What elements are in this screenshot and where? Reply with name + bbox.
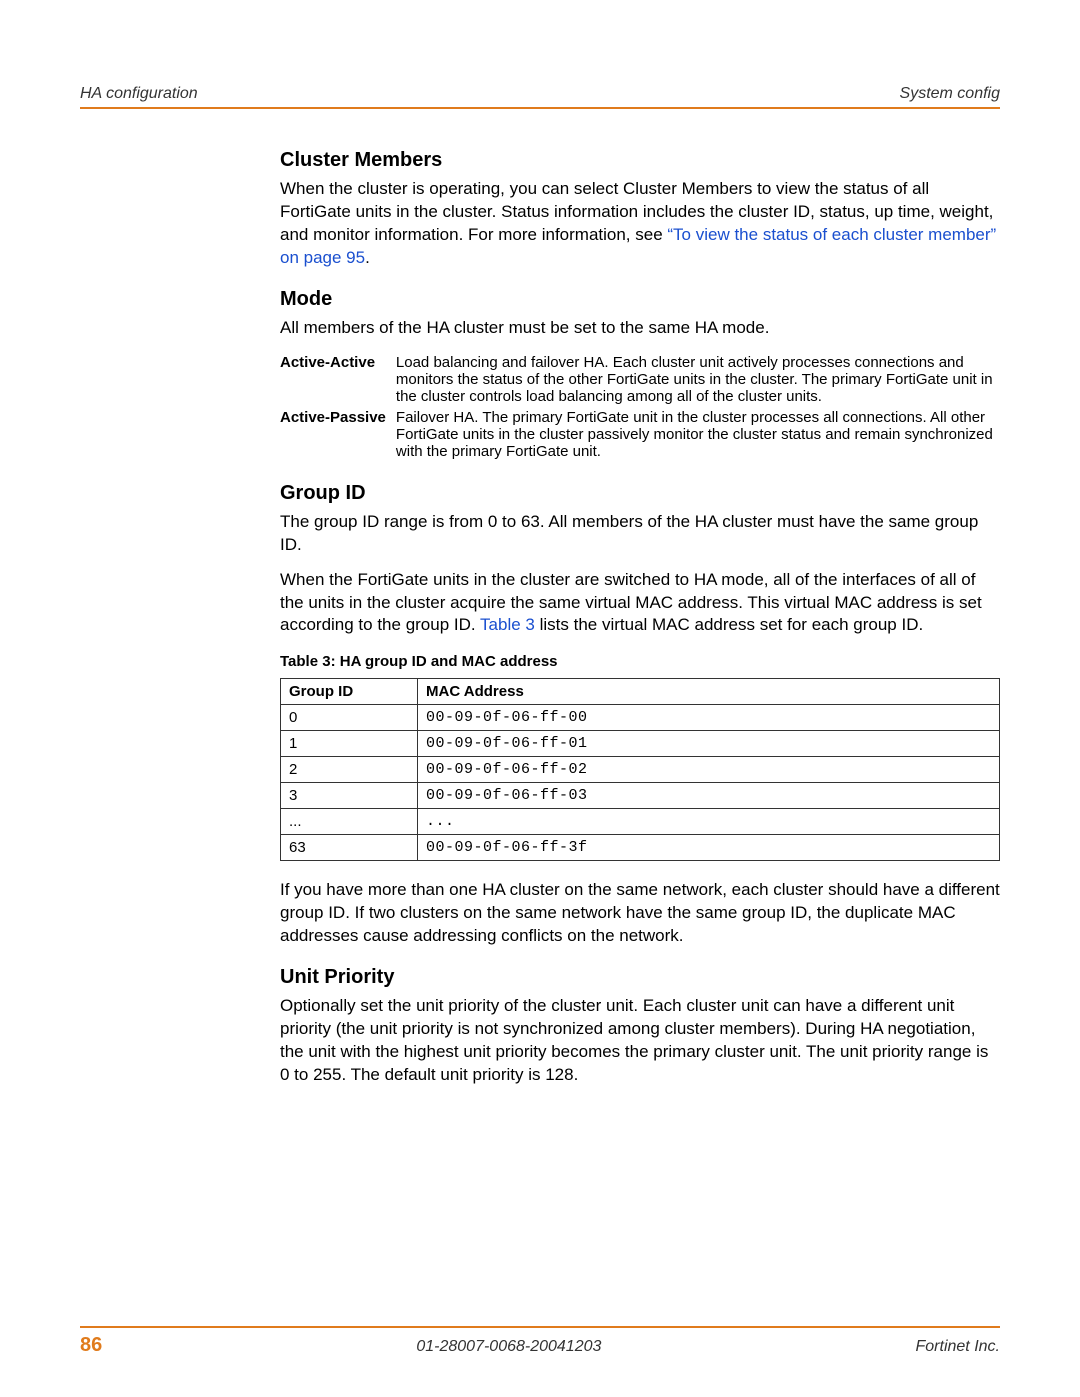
footer-rule: [80, 1326, 1000, 1328]
heading-mode: Mode: [280, 288, 1000, 311]
page-number: 86: [80, 1334, 102, 1357]
table-row: 63 00-09-0f-06-ff-3f: [281, 835, 1000, 861]
heading-group-id: Group ID: [280, 482, 1000, 505]
mode-term-active-passive: Active-Passive: [280, 407, 396, 462]
page-footer: 86 01-28007-0068-20041203 Fortinet Inc.: [80, 1326, 1000, 1357]
group-id-para2-b: lists the virtual MAC address set for ea…: [535, 615, 923, 634]
cell-group-id: 2: [281, 757, 418, 783]
cell-group-id: 1: [281, 731, 418, 757]
cell-mac: ...: [418, 809, 1000, 835]
heading-unit-priority: Unit Priority: [280, 966, 1000, 989]
header-right: System config: [900, 85, 1000, 103]
table-header-row: Group ID MAC Address: [281, 679, 1000, 705]
footer-company: Fortinet Inc.: [916, 1338, 1000, 1356]
cell-group-id: 3: [281, 783, 418, 809]
cell-mac: 00-09-0f-06-ff-3f: [418, 835, 1000, 861]
col-header-group-id: Group ID: [281, 679, 418, 705]
header-left: HA configuration: [80, 85, 198, 103]
cell-group-id: 0: [281, 705, 418, 731]
crossref-table-3[interactable]: Table 3: [480, 615, 535, 634]
col-header-mac: MAC Address: [418, 679, 1000, 705]
table-row: 2 00-09-0f-06-ff-02: [281, 757, 1000, 783]
unit-priority-para: Optionally set the unit priority of the …: [280, 995, 1000, 1087]
mode-row-active-passive: Active-Passive Failover HA. The primary …: [280, 407, 1000, 462]
table-row: ... ...: [281, 809, 1000, 835]
mode-term-active-active: Active-Active: [280, 352, 396, 407]
cell-mac: 00-09-0f-06-ff-02: [418, 757, 1000, 783]
table-row: 1 00-09-0f-06-ff-01: [281, 731, 1000, 757]
table-row: 3 00-09-0f-06-ff-03: [281, 783, 1000, 809]
mac-address-table: Group ID MAC Address 0 00-09-0f-06-ff-00…: [280, 678, 1000, 861]
group-id-para3: If you have more than one HA cluster on …: [280, 879, 1000, 948]
group-id-para1: The group ID range is from 0 to 63. All …: [280, 511, 1000, 557]
mode-desc-active-active: Load balancing and failover HA. Each clu…: [396, 352, 1000, 407]
cell-mac: 00-09-0f-06-ff-03: [418, 783, 1000, 809]
cluster-members-para: When the cluster is operating, you can s…: [280, 178, 1000, 270]
group-id-para2: When the FortiGate units in the cluster …: [280, 569, 1000, 638]
cell-mac: 00-09-0f-06-ff-01: [418, 731, 1000, 757]
page: HA configuration System config Cluster M…: [0, 0, 1080, 1397]
cell-mac: 00-09-0f-06-ff-00: [418, 705, 1000, 731]
heading-cluster-members: Cluster Members: [280, 149, 1000, 172]
cell-group-id: ...: [281, 809, 418, 835]
mode-definition-list: Active-Active Load balancing and failove…: [280, 352, 1000, 462]
cluster-members-text-b: .: [365, 248, 370, 267]
table-3-caption: Table 3: HA group ID and MAC address: [280, 653, 1000, 670]
content-column: Cluster Members When the cluster is oper…: [280, 149, 1000, 1087]
mode-intro: All members of the HA cluster must be se…: [280, 317, 1000, 340]
mode-desc-active-passive: Failover HA. The primary FortiGate unit …: [396, 407, 1000, 462]
table-row: 0 00-09-0f-06-ff-00: [281, 705, 1000, 731]
footer-row: 86 01-28007-0068-20041203 Fortinet Inc.: [80, 1334, 1000, 1357]
cell-group-id: 63: [281, 835, 418, 861]
header-rule: [80, 107, 1000, 109]
footer-docid: 01-28007-0068-20041203: [416, 1338, 601, 1356]
running-header: HA configuration System config: [80, 85, 1000, 103]
mode-row-active-active: Active-Active Load balancing and failove…: [280, 352, 1000, 407]
